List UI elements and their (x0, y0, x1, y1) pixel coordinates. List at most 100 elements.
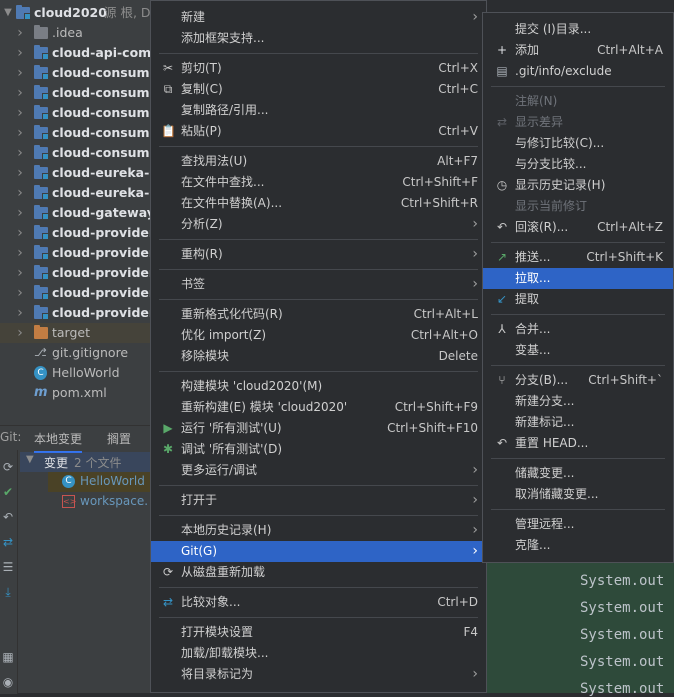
context-menu-item-27[interactable]: 打开于 › (151, 490, 486, 511)
context-menu-item-u[interactable]: 查找用法(U) Alt+F7 (151, 151, 486, 172)
chevron-right-icon[interactable]: › (14, 283, 26, 303)
tree-item[interactable]: › cloud-provider- (0, 223, 160, 243)
eye-icon[interactable]: ◉ (1, 675, 15, 689)
git-submenu-item-git-info-exclude[interactable]: ▤ .git/info/exclude (483, 61, 673, 82)
tree-item[interactable]: › cloud-gateway- (0, 203, 160, 223)
git-submenu-item-1[interactable]: + 添加 Ctrl+Alt+A (483, 40, 673, 61)
changelist-icon[interactable]: ☰ (1, 560, 15, 574)
context-menu-item-t[interactable]: ✂ 剪切(T) Ctrl+X (151, 58, 486, 79)
refresh-icon[interactable]: ⟳ (1, 460, 15, 474)
context-menu-item-r[interactable]: 重新格式化代码(R) Ctrl+Alt+L (151, 304, 486, 325)
context-menu-item-a[interactable]: 在文件中替换(A)... Ctrl+Shift+R (151, 193, 486, 214)
context-menu-item-e-cloud2020[interactable]: 重新构建(E) 模块 'cloud2020' Ctrl+Shift+F9 (151, 397, 486, 418)
git-submenu-item-25[interactable]: 取消储藏变更... (483, 484, 673, 505)
chevron-right-icon[interactable]: › (14, 123, 26, 143)
git-submenu-item-13[interactable]: 拉取... (483, 268, 673, 289)
chevron-right-icon[interactable]: › (14, 223, 26, 243)
git-submenu-item-21[interactable]: 新建标记... (483, 412, 673, 433)
chevron-right-icon[interactable]: › (14, 243, 26, 263)
tree-item[interactable]: › cloud-provider- (0, 303, 160, 323)
tree-item[interactable]: › target (0, 323, 150, 343)
tree-item[interactable]: › cloud-consumer (0, 143, 164, 163)
chevron-right-icon[interactable]: › (14, 323, 26, 343)
git-submenu-item-20[interactable]: 新建分支... (483, 391, 673, 412)
git-submenu-item-5[interactable]: ⇄ 显示差异 (483, 112, 673, 133)
changes-group-row[interactable]: ▼ 变更 2 个文件 (20, 452, 150, 472)
git-submenu-item-7[interactable]: 与分支比较... (483, 154, 673, 175)
tree-item[interactable]: › cloud-consumer (0, 63, 164, 83)
changed-file-row[interactable]: <> workspace. (48, 492, 150, 512)
context-menu-item-git-g[interactable]: Git(G) › (151, 541, 486, 562)
chevron-right-icon[interactable]: › (14, 63, 26, 83)
git-submenu-item-i[interactable]: 提交 (I)目录... (483, 19, 673, 40)
context-menu-item-25[interactable]: 更多运行/调试 › (151, 460, 486, 481)
context-menu-item-31[interactable]: ⟳ 从磁盘重新加载 (151, 562, 486, 583)
context-menu-item-import-z[interactable]: 优化 import(Z) Ctrl+Alt+O (151, 325, 486, 346)
tree-item[interactable]: › cloud-provider- (0, 283, 160, 303)
chevron-right-icon[interactable]: › (14, 183, 26, 203)
chevron-right-icon[interactable]: › (14, 263, 26, 283)
chevron-right-icon[interactable]: › (14, 103, 26, 123)
chevron-down-icon[interactable]: ▼ (2, 3, 14, 23)
chevron-right-icon[interactable]: › (14, 43, 26, 63)
context-menu-item-cloud2020-m[interactable]: 构建模块 'cloud2020'(M) (151, 376, 486, 397)
chevron-right-icon[interactable]: › (14, 143, 26, 163)
changed-file-row[interactable]: C HelloWorld (48, 472, 150, 492)
tree-item[interactable]: › cloud-consumer (0, 83, 164, 103)
git-submenu-item-b[interactable]: ⑂ 分支(B)... Ctrl+Shift+` (483, 370, 673, 391)
context-menu-item-u[interactable]: ▶ 运行 '所有测试'(U) Ctrl+Shift+F10 (151, 418, 486, 439)
git-submenu-item-n[interactable]: 注解(N) (483, 91, 673, 112)
commit-check-icon[interactable]: ✔ (1, 485, 15, 499)
tree-item[interactable]: › cloud-consumer (0, 103, 164, 123)
git-submenu-item-c[interactable]: 与修订比较(C)... (483, 133, 673, 154)
context-menu-item-0[interactable]: 新建 › (151, 7, 486, 28)
tree-item[interactable]: m pom.xml (0, 383, 150, 403)
tree-item[interactable]: › cloud-api-comm (0, 43, 164, 63)
git-submenu-item-9[interactable]: 显示当前修订 (483, 196, 673, 217)
context-menu-item-1[interactable]: 添加框架支持... (151, 28, 486, 49)
git-submenu-item-14[interactable]: ↙ 提取 (483, 289, 673, 310)
tree-item[interactable]: › cloud-eureka-se (0, 183, 165, 203)
git-submenu-item-12[interactable]: ↗ 推送... Ctrl+Shift+K (483, 247, 673, 268)
context-menu-item-z[interactable]: 分析(Z) › (151, 214, 486, 235)
git-submenu-item-27[interactable]: 管理远程... (483, 514, 673, 535)
chevron-right-icon[interactable]: › (14, 23, 26, 43)
chevron-right-icon[interactable]: › (14, 163, 26, 183)
context-menu-item-d[interactable]: ✱ 调试 '所有测试'(D) (151, 439, 486, 460)
chevron-right-icon[interactable]: › (14, 303, 26, 323)
tree-item[interactable]: › cloud-eureka-se (0, 163, 165, 183)
git-submenu-item-h[interactable]: ◷ 显示历史记录(H) (483, 175, 673, 196)
git-submenu-item-28[interactable]: 克隆... (483, 535, 673, 556)
context-menu-item-35[interactable]: 打开模块设置 F4 (151, 622, 486, 643)
git-submenu-item-17[interactable]: 变基... (483, 340, 673, 361)
git-submenu-item-r[interactable]: ↶ 回滚(R)... Ctrl+Alt+Z (483, 217, 673, 238)
context-menu-item-c[interactable]: ⧉ 复制(C) Ctrl+C (151, 79, 486, 100)
tree-item[interactable]: › .idea (0, 23, 150, 43)
diff-icon[interactable]: ⇄ (1, 535, 15, 549)
context-menu-item-36[interactable]: 加载/卸载模块... (151, 643, 486, 664)
tree-item[interactable]: › cloud-provider- (0, 263, 160, 283)
tree-item[interactable]: C HelloWorld (0, 363, 150, 383)
tab-shelf[interactable]: 搁置 (107, 430, 131, 447)
context-menu-item-9[interactable]: 在文件中查找... Ctrl+Shift+F (151, 172, 486, 193)
update-icon[interactable]: ⤓ (1, 585, 15, 599)
tree-item[interactable]: › cloud-consumer (0, 123, 164, 143)
chevron-down-icon[interactable]: ▼ (26, 454, 34, 465)
context-menu-item-19[interactable]: 移除模块 Delete (151, 346, 486, 367)
context-menu-item-37[interactable]: 将目录标记为 › (151, 664, 486, 685)
rollback-icon[interactable]: ↶ (1, 510, 15, 524)
editor-area[interactable]: System.out System.out System.out System.out… (487, 563, 674, 697)
project-root-row[interactable]: ▼ cloud2020 源 根, D (0, 3, 151, 23)
context-menu-item-15[interactable]: 书签 › (151, 274, 486, 295)
tree-item[interactable]: ⎇ git.gitignore (0, 343, 150, 363)
context-menu-item-33[interactable]: ⇄ 比较对象... Ctrl+D (151, 592, 486, 613)
context-menu-item-5[interactable]: 复制路径/引用... (151, 100, 486, 121)
chevron-right-icon[interactable]: › (14, 83, 26, 103)
git-submenu-item-24[interactable]: 储藏变更... (483, 463, 673, 484)
chevron-right-icon[interactable]: › (14, 203, 26, 223)
group-by-icon[interactable]: ▦ (1, 650, 15, 664)
tab-local-changes[interactable]: 本地变更 (34, 430, 83, 453)
context-menu-item-p[interactable]: 📋 粘贴(P) Ctrl+V (151, 121, 486, 142)
git-submenu-item-head[interactable]: ↶ 重置 HEAD... (483, 433, 673, 454)
context-menu-item-r[interactable]: 重构(R) › (151, 244, 486, 265)
